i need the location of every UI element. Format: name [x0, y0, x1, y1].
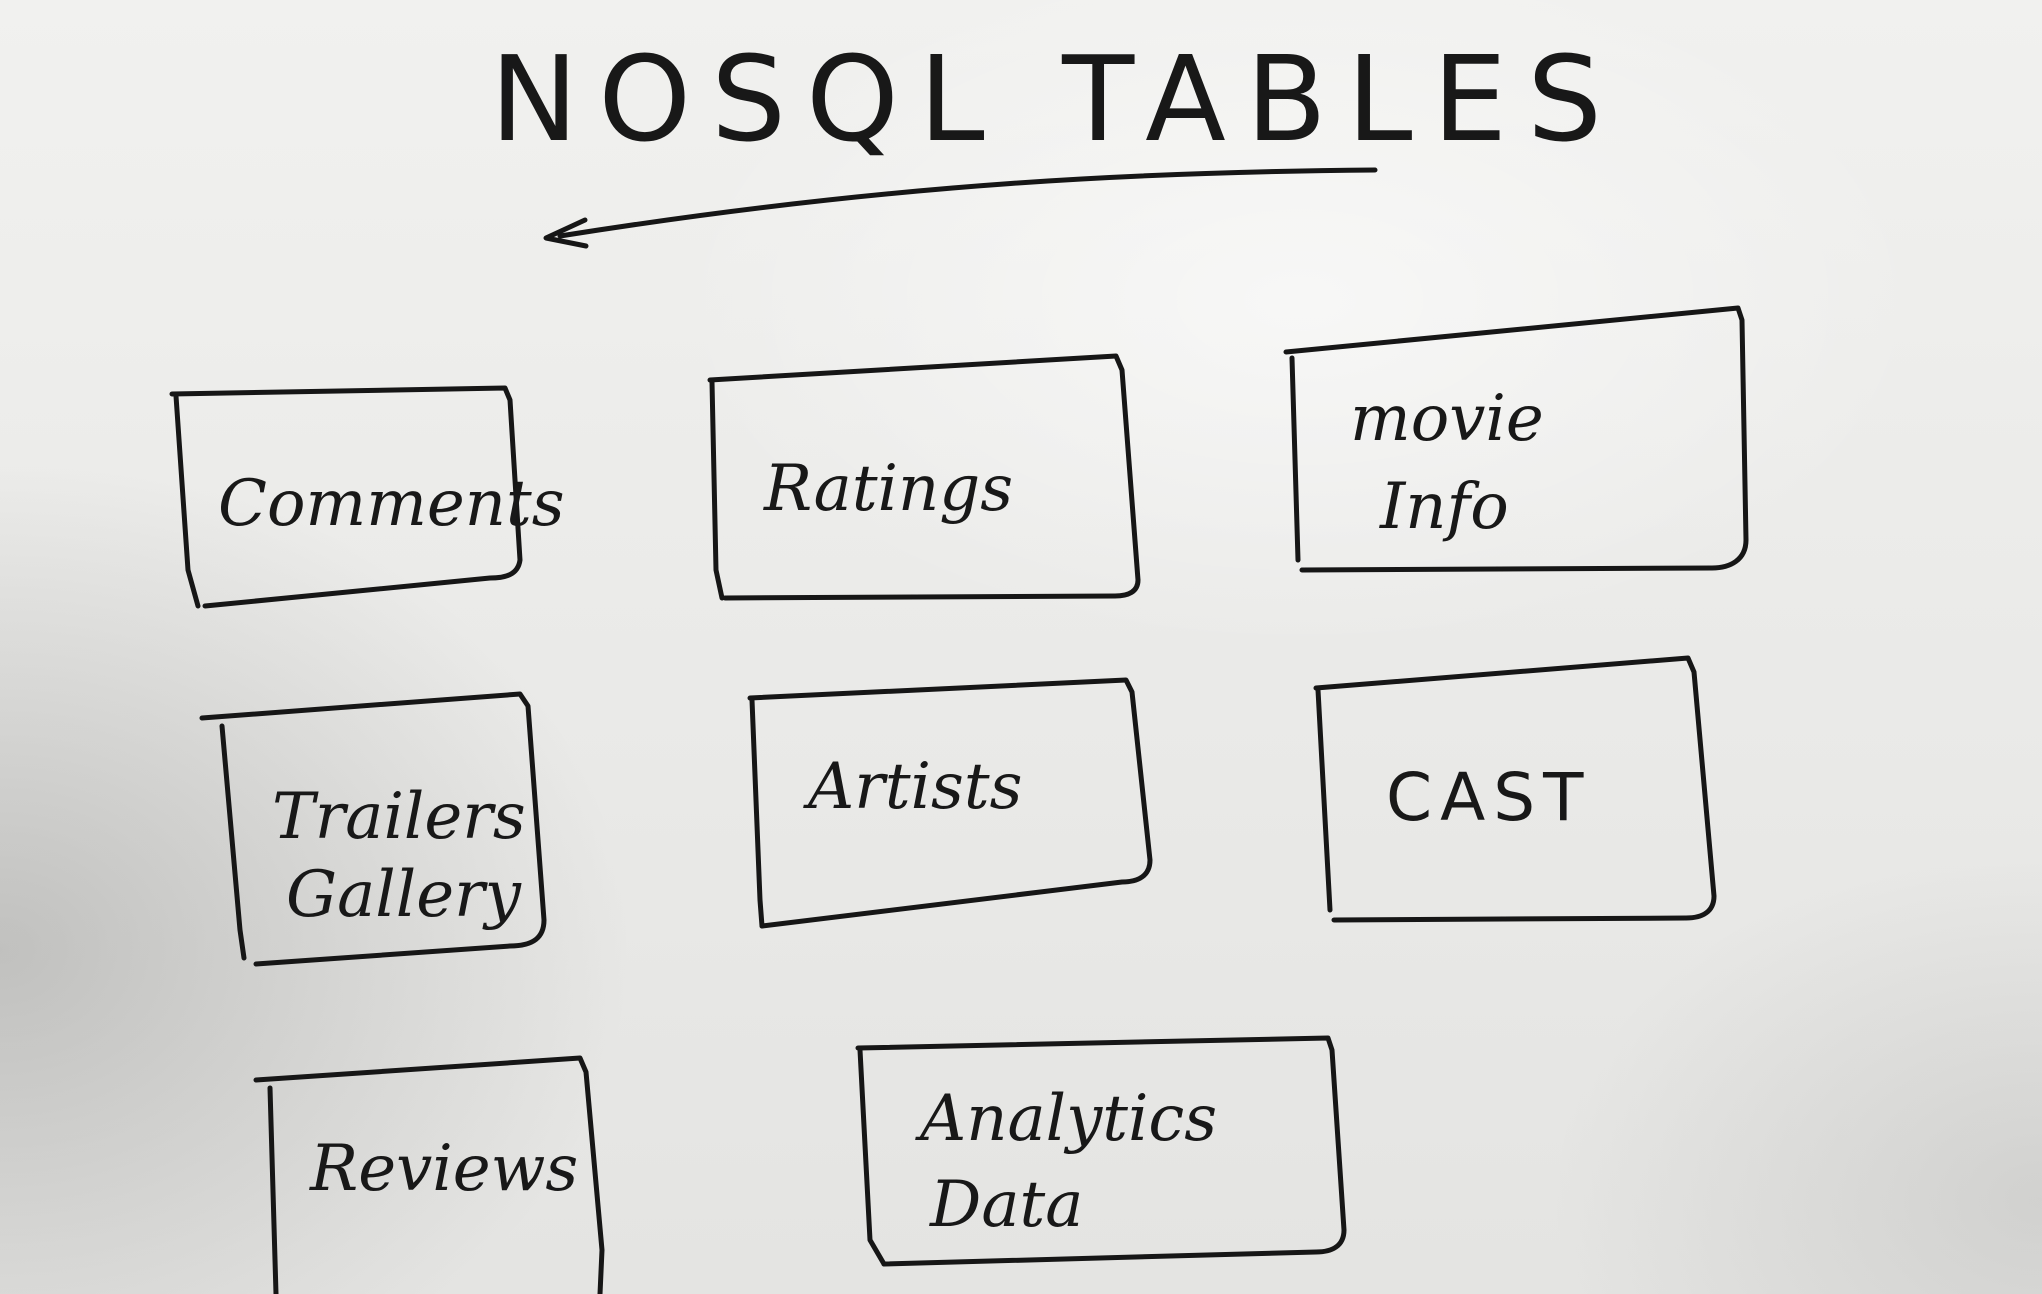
table-label-comments: Comments	[218, 467, 565, 541]
table-label-ratings: Ratings	[763, 452, 1013, 526]
table-box-movie-info: movie Info	[1283, 305, 1749, 573]
table-box-analytics-data: Analytics Data	[855, 1035, 1347, 1267]
table-label-gallery: Gallery	[286, 858, 522, 932]
table-box-artists: Artists	[747, 677, 1153, 929]
table-label-cast: CAST	[1386, 759, 1591, 836]
whiteboard: NOSQL TABLES Comments Ratings movie Info	[0, 0, 2042, 1294]
table-box-trailers-gallery: Trailers Gallery	[199, 691, 547, 967]
table-label-artists: Artists	[803, 750, 1022, 824]
table-label-trailers: Trailers	[272, 780, 526, 854]
title-underline-arrow	[543, 167, 1378, 249]
table-box-cast: CAST	[1313, 655, 1717, 923]
table-box-reviews: Reviews	[253, 1055, 605, 1294]
table-label-info: Info	[1379, 470, 1509, 544]
table-label-data: Data	[929, 1168, 1083, 1242]
table-label-movie: movie	[1350, 382, 1544, 456]
table-box-comments: Comments	[169, 385, 565, 609]
table-label-reviews: Reviews	[309, 1132, 578, 1206]
table-box-ratings: Ratings	[707, 353, 1141, 601]
table-label-analytics: Analytics	[915, 1082, 1217, 1156]
diagram-canvas: NOSQL TABLES Comments Ratings movie Info	[169, 30, 1749, 1294]
diagram-title: NOSQL TABLES	[490, 30, 1622, 168]
